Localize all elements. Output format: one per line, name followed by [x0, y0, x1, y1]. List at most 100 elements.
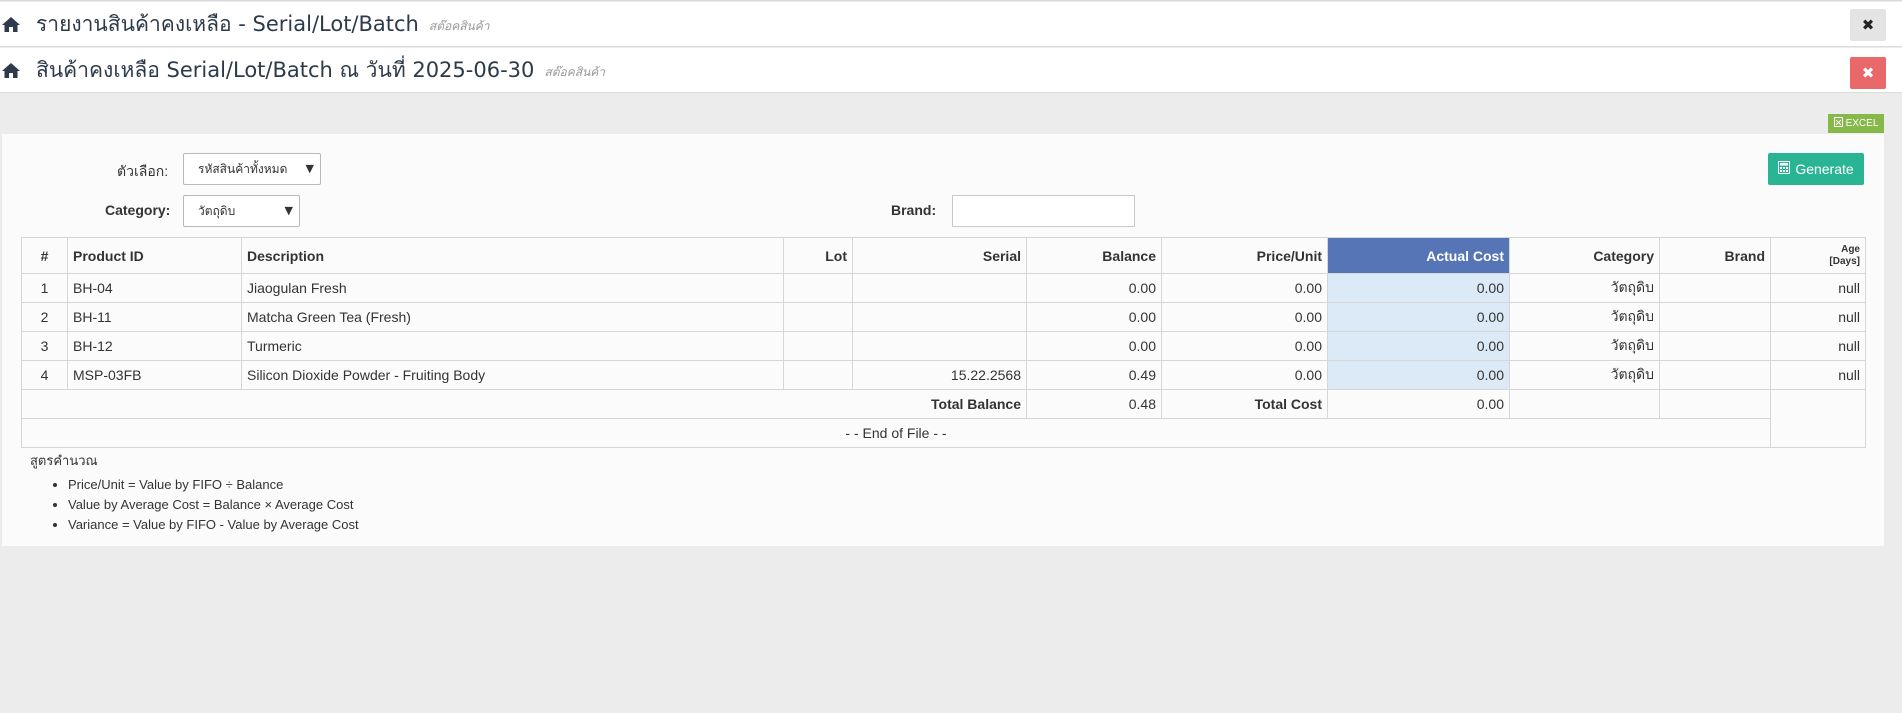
col-age: Age [Days]	[1770, 237, 1866, 274]
col-age-line2: [Days]	[1829, 255, 1860, 267]
cell-price-unit: 0.00	[1161, 331, 1328, 361]
cell-balance: 0.00	[1026, 302, 1162, 332]
home-icon[interactable]	[0, 13, 22, 35]
table-row: 2 BH-11 Matcha Green Tea (Fresh) 0.00 0.…	[21, 302, 1866, 332]
file-excel-icon	[1833, 117, 1843, 130]
cell-balance: 0.00	[1026, 331, 1162, 361]
formula-item: Value by Average Cost = Balance × Averag…	[68, 495, 359, 515]
table-row: 1 BH-04 Jiaogulan Fresh 0.00 0.00 0.00 ว…	[21, 273, 1866, 303]
report-titlebar: รายงานสินค้าคงเหลือ - Serial/Lot/Batch ส…	[0, 2, 1902, 47]
col-lot: Lot	[783, 237, 853, 274]
cell-serial	[852, 331, 1027, 361]
cell-num: 3	[21, 331, 68, 361]
col-description: Description	[241, 237, 784, 274]
cell-brand	[1659, 331, 1771, 361]
brand-input[interactable]	[952, 195, 1135, 227]
product-option-select[interactable]: รหัสสินค้าทั้งหมด ▼	[183, 153, 321, 185]
calculator-icon	[1778, 161, 1791, 177]
top-border	[0, 0, 1902, 1]
table-row: 3 BH-12 Turmeric 0.00 0.00 0.00 วัตถุดิบ…	[21, 331, 1866, 361]
cell-age: null	[1770, 302, 1866, 332]
excel-export-button[interactable]: EXCEL	[1828, 114, 1884, 133]
col-serial: Serial	[852, 237, 1027, 274]
page-subtitle: สต๊อคสินค้า	[428, 18, 490, 33]
totals-row: Total Balance 0.48 Total Cost 0.00	[21, 389, 1866, 448]
totals-empty-cell	[1509, 389, 1660, 419]
col-age-line1: Age	[1841, 243, 1860, 255]
cell-product-id: BH-04	[67, 273, 242, 303]
result-subtitle: สต๊อคสินค้า	[544, 64, 606, 79]
cell-num: 1	[21, 273, 68, 303]
col-price-unit: Price/Unit	[1161, 237, 1328, 274]
cell-balance: 0.49	[1026, 360, 1162, 390]
totals-empty-cell	[1659, 389, 1771, 419]
cell-age: null	[1770, 360, 1866, 390]
close-result-button[interactable]: ✖	[1850, 57, 1886, 89]
total-cost-value: 0.00	[1327, 389, 1510, 419]
generate-label: Generate	[1795, 161, 1854, 177]
cell-category: วัตถุดิบ	[1509, 331, 1660, 361]
cell-actual-cost: 0.00	[1327, 302, 1510, 332]
chevron-down-icon: ▼	[305, 162, 314, 175]
formula-item: Variance = Value by FIFO - Value by Aver…	[68, 515, 359, 535]
cell-category: วัตถุดิบ	[1509, 273, 1660, 303]
cell-age: null	[1770, 273, 1866, 303]
formula-section: สูตรคำนวณ Price/Unit = Value by FIFO ÷ B…	[30, 450, 359, 535]
cell-product-id: MSP-03FB	[67, 360, 242, 390]
cell-serial: 15.22.2568	[852, 360, 1027, 390]
result-title: สินค้าคงเหลือ Serial/Lot/Batch ณ วันที่ …	[36, 57, 535, 82]
formula-title: สูตรคำนวณ	[30, 453, 98, 468]
total-balance-value: 0.48	[1026, 389, 1162, 419]
cell-price-unit: 0.00	[1161, 302, 1328, 332]
col-product-id: Product ID	[67, 237, 242, 274]
cell-brand	[1659, 302, 1771, 332]
cell-description: Turmeric	[241, 331, 784, 361]
col-category: Category	[1509, 237, 1660, 274]
table-row: 4 MSP-03FB Silicon Dioxide Powder - Frui…	[21, 360, 1866, 390]
cell-description: Silicon Dioxide Powder - Fruiting Body	[241, 360, 784, 390]
cell-description: Jiaogulan Fresh	[241, 273, 784, 303]
cell-num: 4	[21, 360, 68, 390]
col-balance: Balance	[1026, 237, 1162, 274]
col-num: #	[21, 237, 68, 274]
cell-actual-cost: 0.00	[1327, 360, 1510, 390]
total-balance-label: Total Balance	[21, 389, 1027, 419]
option-label: ตัวเลือก:	[117, 163, 169, 179]
cell-num: 2	[21, 302, 68, 332]
cell-category: วัตถุดิบ	[1509, 302, 1660, 332]
cell-actual-cost: 0.00	[1327, 273, 1510, 303]
cell-balance: 0.00	[1026, 273, 1162, 303]
generate-button[interactable]: Generate	[1768, 153, 1864, 185]
excel-label: EXCEL	[1845, 118, 1879, 129]
end-of-file: - - End of File - -	[21, 418, 1771, 448]
report-table: # Product ID Description Lot Serial Bala…	[21, 237, 1866, 448]
chevron-down-icon: ▼	[284, 204, 293, 217]
col-brand: Brand	[1659, 237, 1771, 274]
brand-label: Brand:	[891, 202, 937, 218]
end-of-file-row: - - End of File - -	[21, 418, 1866, 448]
cell-product-id: BH-11	[67, 302, 242, 332]
home-icon[interactable]	[0, 59, 22, 81]
total-cost-label: Total Cost	[1161, 389, 1328, 419]
col-actual-cost: Actual Cost	[1327, 237, 1510, 274]
result-titlebar: สินค้าคงเหลือ Serial/Lot/Batch ณ วันที่ …	[0, 48, 1902, 93]
close-icon: ✖	[1861, 64, 1875, 82]
page-title: รายงานสินค้าคงเหลือ - Serial/Lot/Batch	[36, 11, 419, 36]
formula-item: Price/Unit = Value by FIFO ÷ Balance	[68, 475, 359, 495]
cell-category: วัตถุดิบ	[1509, 360, 1660, 390]
cell-serial	[852, 302, 1027, 332]
cell-price-unit: 0.00	[1161, 273, 1328, 303]
cell-age: null	[1770, 331, 1866, 361]
cell-lot	[783, 360, 853, 390]
cell-description: Matcha Green Tea (Fresh)	[241, 302, 784, 332]
cell-brand	[1659, 273, 1771, 303]
cell-price-unit: 0.00	[1161, 360, 1328, 390]
totals-age-cell	[1770, 389, 1866, 448]
category-select[interactable]: วัตถุดิบ ▼	[183, 195, 300, 227]
category-label: Category:	[105, 202, 171, 218]
close-icon: ✖	[1861, 16, 1875, 34]
close-button[interactable]: ✖	[1850, 9, 1886, 41]
cell-lot	[783, 331, 853, 361]
cell-actual-cost: 0.00	[1327, 331, 1510, 361]
cell-lot	[783, 273, 853, 303]
